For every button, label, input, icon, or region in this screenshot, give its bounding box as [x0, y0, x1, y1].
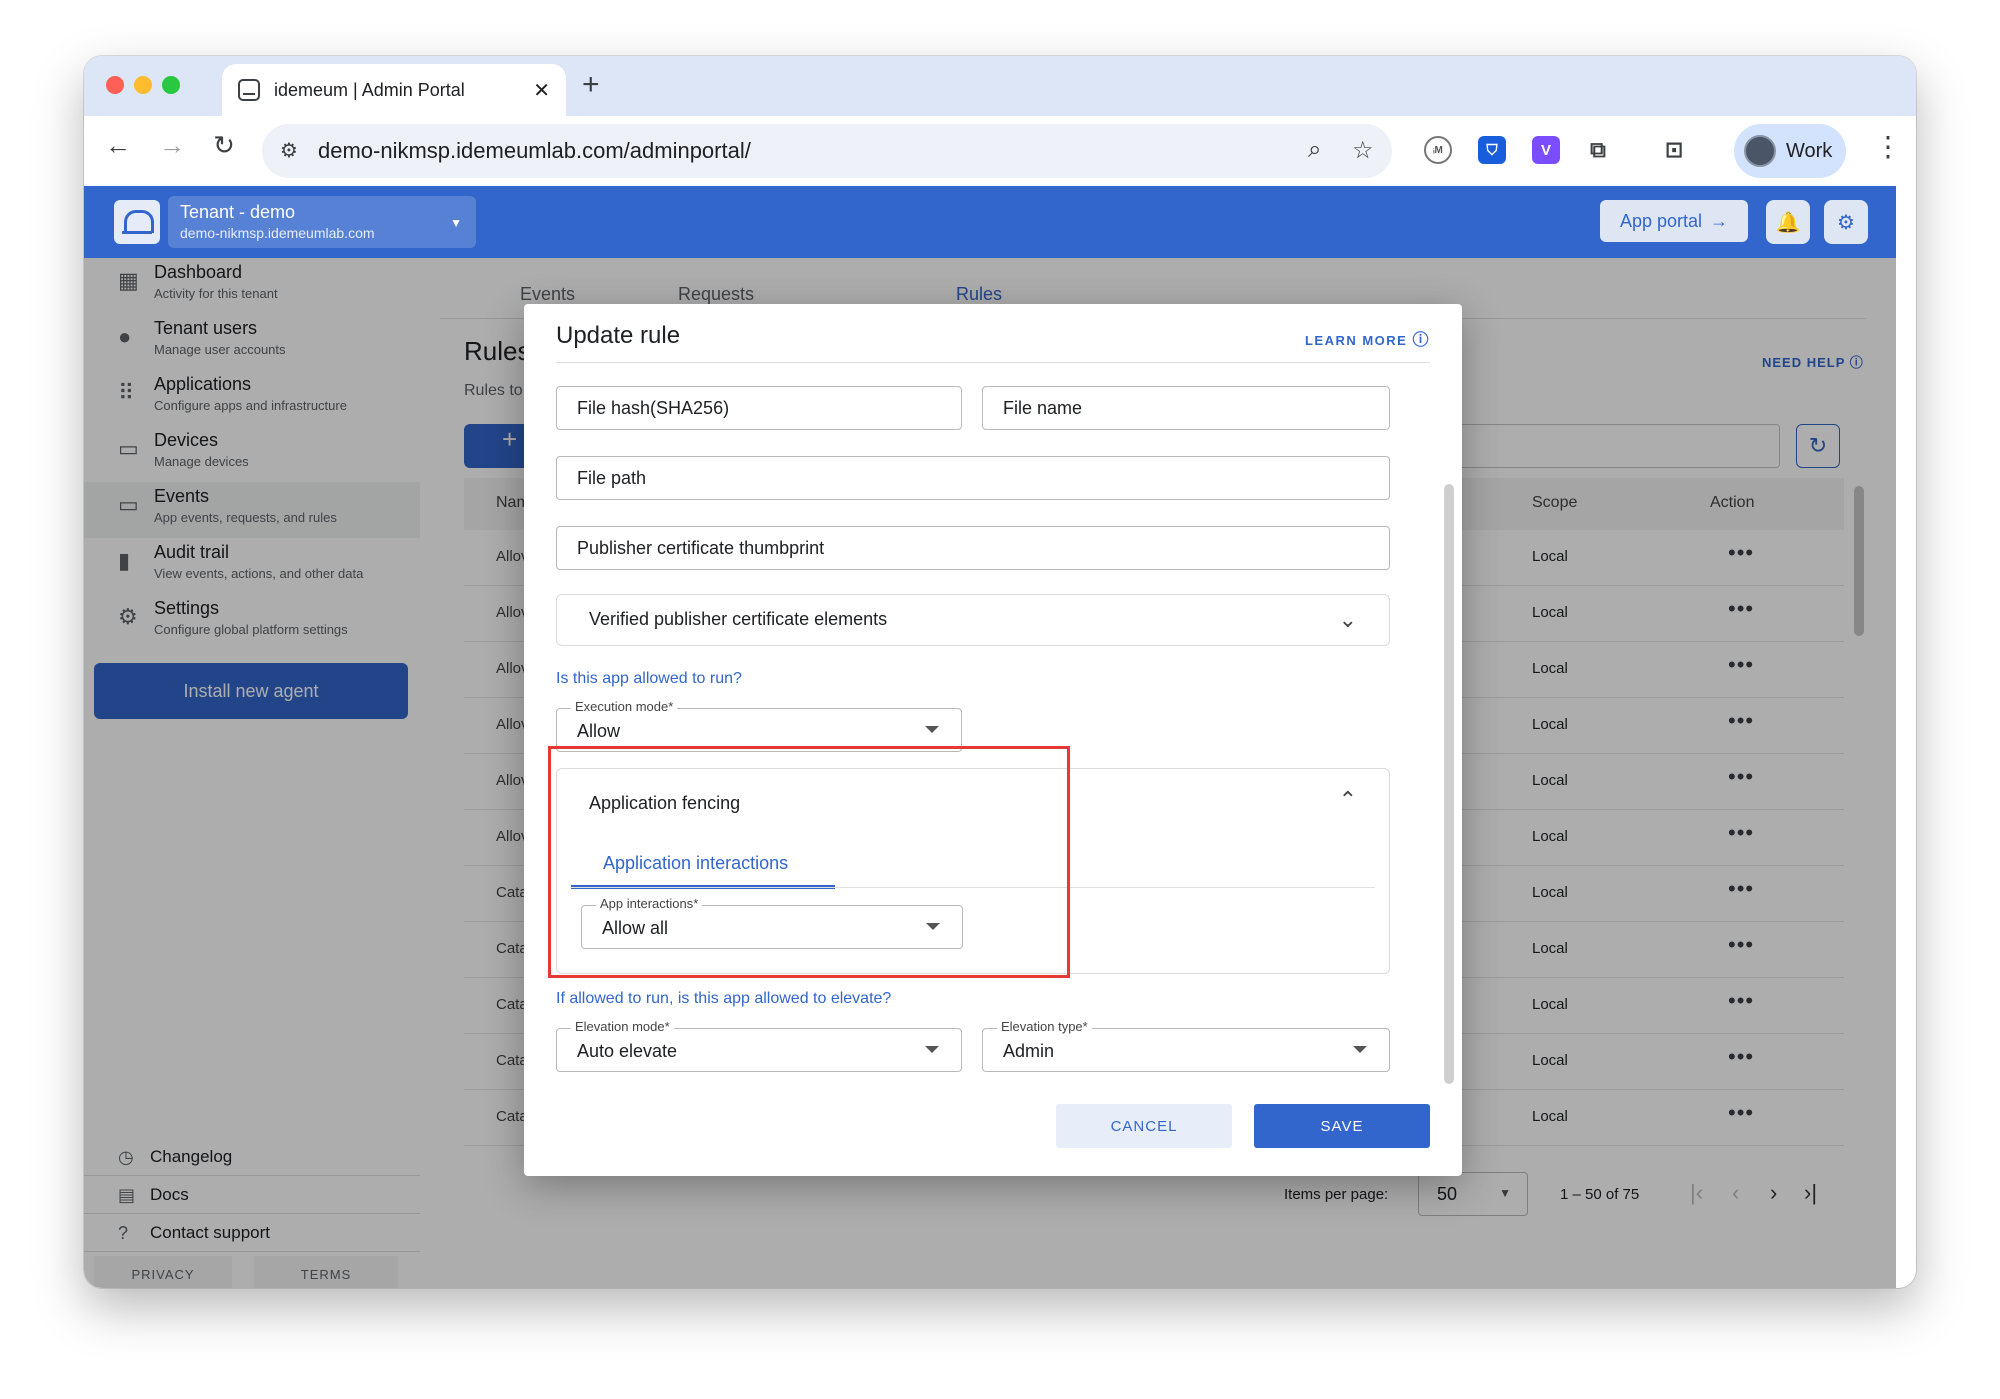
minimize-window-button[interactable]	[134, 76, 152, 94]
tab-search-icon[interactable]: ⊡	[1660, 136, 1688, 164]
execution-mode-label: Execution mode*	[571, 699, 678, 714]
close-tab-icon[interactable]: ✕	[533, 78, 550, 103]
elevation-mode-label: Elevation mode*	[571, 1019, 674, 1034]
verified-publisher-accordion[interactable]: Verified publisher certificate elements …	[556, 594, 1390, 646]
app-portal-label: App portal	[1619, 210, 1703, 231]
publisher-thumbprint-field[interactable]: Publisher certificate thumbprint	[556, 526, 1390, 570]
elevation-type-label: Elevation type*	[997, 1019, 1092, 1034]
new-tab-button[interactable]: +	[582, 68, 600, 102]
maximize-window-button[interactable]	[162, 76, 180, 94]
caret-down-icon	[1353, 1046, 1367, 1053]
save-button[interactable]: SAVE	[1254, 1104, 1430, 1148]
site-settings-icon[interactable]: ⚙	[280, 138, 298, 163]
cancel-button[interactable]: CANCEL	[1056, 1104, 1232, 1148]
dialog-scrollbar[interactable]	[1444, 484, 1454, 1084]
run-question: Is this app allowed to run?	[556, 670, 742, 687]
highlight-annotation-box	[548, 746, 1070, 978]
learn-more-label: LEARN MORE	[1304, 333, 1408, 348]
profile-button[interactable]: Work	[1734, 124, 1846, 178]
help-circle-icon: ⓘ	[1412, 332, 1430, 349]
browser-toolbar: ← → ↻ ⚙ demo-nikmsp.idemeumlab.com/admin…	[84, 116, 1916, 186]
file-path-field[interactable]: File path	[556, 456, 1390, 500]
caret-down-icon	[925, 726, 939, 733]
back-button[interactable]: ←	[98, 130, 138, 161]
idm-extension-icon[interactable]: ᵢM	[1424, 136, 1452, 164]
notifications-bell-icon[interactable]: 🔔	[1766, 200, 1810, 244]
app-portal-button[interactable]: App portal →	[1600, 200, 1748, 242]
caret-down-icon	[925, 1046, 939, 1053]
chevron-up-icon[interactable]: ⌃	[1339, 787, 1357, 813]
forward-button[interactable]: →	[152, 130, 192, 161]
update-rule-dialog: Update rule LEARN MORE ⓘ File hash(SHA25…	[524, 304, 1462, 1176]
browser-tab[interactable]: idemeum | Admin Portal ✕	[222, 64, 566, 116]
idemeum-favicon-icon	[238, 79, 260, 101]
close-window-button[interactable]	[106, 76, 124, 94]
arrow-right-icon: →	[1710, 210, 1729, 231]
idemeum-logo[interactable]	[114, 200, 160, 244]
bookmark-star-icon[interactable]: ☆	[1352, 136, 1374, 165]
settings-gear-icon[interactable]: ⚙	[1824, 200, 1868, 244]
tab-title: idemeum | Admin Portal	[274, 79, 465, 100]
v-extension-icon[interactable]: V	[1532, 136, 1560, 164]
avatar	[1744, 135, 1776, 167]
browser-menu-icon[interactable]: ⋮	[1874, 130, 1902, 163]
elevation-mode-value: Auto elevate	[577, 1041, 678, 1061]
elevate-question: If allowed to run, is this app allowed t…	[556, 990, 892, 1007]
zoom-icon[interactable]: ⌕	[1308, 136, 1321, 164]
reload-button[interactable]: ↻	[204, 130, 244, 161]
learn-more-link[interactable]: LEARN MORE ⓘ	[1305, 326, 1430, 350]
address-bar[interactable]: ⚙ demo-nikmsp.idemeumlab.com/adminportal…	[262, 124, 1392, 178]
tab-strip: idemeum | Admin Portal ✕ +	[84, 56, 1916, 116]
dialog-title: Update rule	[556, 322, 681, 349]
bitwarden-icon[interactable]: ⛉	[1478, 136, 1506, 164]
tenant-domain: demo-nikmsp.idemeumlab.com	[180, 225, 375, 241]
caret-down-icon: ▼	[450, 216, 462, 230]
verified-publisher-title: Verified publisher certificate elements	[589, 609, 888, 629]
elevation-type-select[interactable]: Elevation type* Admin	[982, 1019, 1390, 1072]
app-header: Tenant - demo demo-nikmsp.idemeumlab.com…	[84, 186, 1896, 258]
puzzle-icon[interactable]: ⧉	[1584, 136, 1612, 164]
profile-label: Work	[1786, 139, 1833, 162]
tenant-selector[interactable]: Tenant - demo demo-nikmsp.idemeumlab.com…	[168, 196, 476, 248]
chevron-down-icon: ⌄	[1338, 607, 1357, 632]
tenant-name: Tenant - demo	[180, 202, 296, 222]
dialog-header-divider	[556, 362, 1430, 363]
elevation-type-value: Admin	[1003, 1041, 1055, 1061]
file-name-field[interactable]: File name	[982, 386, 1390, 430]
elevation-mode-select[interactable]: Elevation mode* Auto elevate	[556, 1019, 962, 1072]
file-hash-field[interactable]: File hash(SHA256)	[556, 386, 962, 430]
execution-mode-value: Allow	[577, 721, 621, 741]
url-text: demo-nikmsp.idemeumlab.com/adminportal/	[318, 138, 751, 163]
